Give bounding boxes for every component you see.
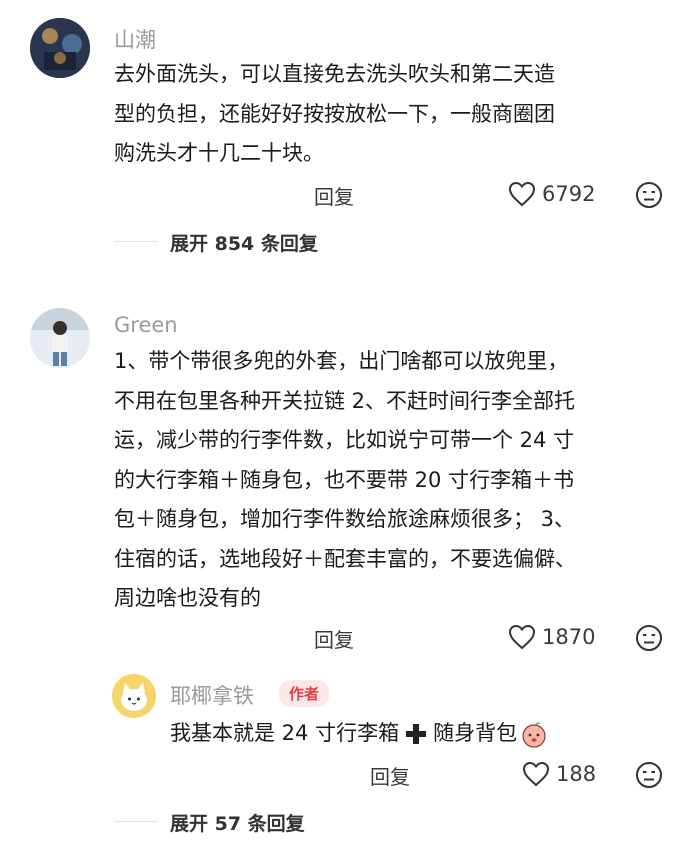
cat-avatar-image <box>112 674 156 718</box>
reply-text-main: 我基本就是 24 寸行李箱 <box>170 721 400 745</box>
avatar-image <box>30 18 90 78</box>
heart-outline-icon <box>508 624 536 650</box>
comment-line: 周边啥也没有的 <box>114 586 261 610</box>
comment-line: 的大行李箱＋随身包，也不要带 20 寸行李箱＋书 <box>114 467 575 492</box>
expand-replies-button[interactable]: 展开 57 条回复 <box>170 809 305 836</box>
avatar-image <box>30 308 90 368</box>
like-button[interactable]: 1870 <box>508 624 595 650</box>
reply-text-suffix: 随身背包 <box>433 721 518 745</box>
dislike-button[interactable] <box>635 761 663 793</box>
frown-face-icon <box>636 625 662 651</box>
expand-divider <box>114 821 158 822</box>
avatar[interactable] <box>30 18 90 78</box>
heavy-plus-icon <box>406 723 427 744</box>
reply-button[interactable]: 回复 <box>370 761 410 790</box>
frown-face-icon <box>636 182 662 208</box>
comment-username[interactable]: 山潮 <box>114 24 156 54</box>
dislike-button[interactable] <box>635 624 663 656</box>
comment-line: 1、带个带很多兜的外套，出门啥都可以放兜里， <box>114 349 569 373</box>
comment-line: 住宿的话，选地段好＋配套丰富的，不要选偏僻、 <box>114 546 576 571</box>
like-count: 1870 <box>542 625 596 649</box>
like-button[interactable]: 188 <box>522 761 596 787</box>
comment-line: 包＋随身包，增加行李件数给旅途麻烦很多； 3、 <box>114 507 576 531</box>
like-count: 6792 <box>542 182 596 206</box>
reply-button[interactable]: 回复 <box>314 624 354 653</box>
like-button[interactable]: 6792 <box>508 181 595 207</box>
reply-username[interactable]: 耶椰拿铁 <box>170 680 254 710</box>
dislike-button[interactable] <box>635 181 663 213</box>
frown-face-icon <box>636 762 662 788</box>
reply-button[interactable]: 回复 <box>314 181 354 210</box>
like-count: 188 <box>556 762 597 786</box>
comment-line: 运，减少带的行李件数，比如说宁可带一个 24 寸 <box>114 428 575 452</box>
comment-line: 不用在包里各种开关拉链 2、不赶时间行李全部托 <box>114 388 576 413</box>
comment-text: 1、带个带很多兜的外套，出门啥都可以放兜里， 不用在包里各种开关拉链 2、不赶时… <box>114 342 679 619</box>
author-badge: 作者 <box>279 680 330 707</box>
expand-replies-button[interactable]: 展开 854 条回复 <box>170 229 318 256</box>
comment-line: 购洗头才十几二十块。 <box>114 141 324 165</box>
comment-username[interactable]: Green <box>114 313 178 337</box>
expand-divider <box>114 241 158 242</box>
comment-line: 型的负担，还能好好按按放松一下，一般商圈团 <box>114 101 555 126</box>
peach-face-emoji <box>522 722 546 748</box>
comment-line: 去外面洗头，可以直接免去洗头吹头和第二天造 <box>114 62 555 86</box>
avatar[interactable] <box>30 308 90 368</box>
heart-outline-icon <box>522 761 550 787</box>
reply-avatar[interactable] <box>112 674 156 718</box>
heart-outline-icon <box>508 181 536 207</box>
reply-text: 我基本就是 24 寸行李箱 随身背包 <box>170 714 549 754</box>
comment-text: 去外面洗头，可以直接免去洗头吹头和第二天造 型的负担，还能好好按按放松一下，一般… <box>114 55 674 174</box>
